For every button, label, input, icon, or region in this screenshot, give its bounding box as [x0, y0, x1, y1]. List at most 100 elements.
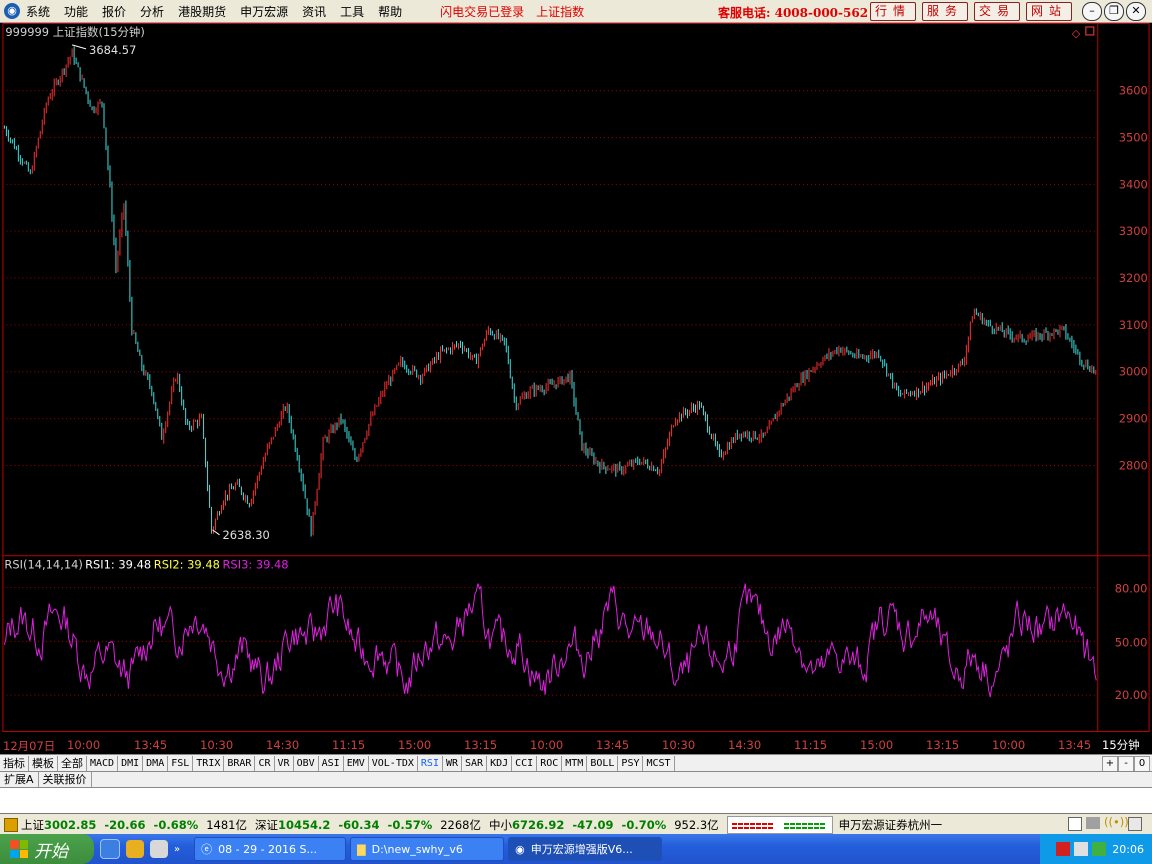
- tab-dma[interactable]: DMA: [143, 756, 169, 771]
- menu-hk-futures[interactable]: 港股期货: [178, 3, 226, 20]
- signal-icon[interactable]: ((•)): [1104, 815, 1129, 829]
- tab-wr[interactable]: WR: [443, 756, 463, 771]
- tab-template[interactable]: 模板: [29, 756, 58, 771]
- tab-roc[interactable]: ROC: [537, 756, 563, 771]
- hotline: 客服电话: 4008-000-562: [718, 6, 869, 20]
- tab-brar[interactable]: BRAR: [224, 756, 256, 771]
- quote-button[interactable]: 行情: [870, 2, 916, 21]
- menu-system[interactable]: 系统: [26, 3, 50, 20]
- chart-area[interactable]: 999999 上证指数(15分钟) ◇ 3684.57 2638.30 3600…: [0, 23, 1152, 733]
- tray-shield-icon[interactable]: [1092, 842, 1107, 856]
- time-tick: 12月07日: [3, 739, 56, 753]
- task-swhy[interactable]: ◉ 申万宏源增强版V6...: [508, 837, 663, 861]
- tab-boll[interactable]: BOLL: [587, 756, 619, 771]
- tab-vol-tdx[interactable]: VOL-TDX: [369, 756, 418, 771]
- tab-emv[interactable]: EMV: [344, 756, 369, 771]
- media-icon[interactable]: [126, 840, 144, 858]
- keyboard-icon[interactable]: [1086, 817, 1100, 829]
- period-selector[interactable]: 15分钟: [1102, 737, 1150, 752]
- menu-help[interactable]: 帮助: [378, 3, 402, 20]
- breadth-meter-icon: [726, 815, 833, 834]
- time-tick: 13:45: [1058, 738, 1092, 752]
- price-tick-label: 3300: [1119, 224, 1148, 238]
- tab-psy[interactable]: PSY: [618, 756, 644, 771]
- menu-news[interactable]: 资讯: [302, 3, 326, 20]
- index-status-bar: 上证 3002.85 -20.66 -0.68% 1481亿 深证 10454.…: [0, 813, 1152, 835]
- price-tick-label: 3000: [1119, 365, 1148, 379]
- time-axis: 12月07日 10:00 13:45 10:30 14:30 11:15 15:…: [0, 736, 1152, 754]
- time-tick: 11:15: [794, 738, 828, 752]
- bottom-tabs: 扩展A 关联报价: [0, 771, 1152, 788]
- tab-mtm[interactable]: MTM: [562, 756, 588, 771]
- tab-extended-a[interactable]: 扩展A: [0, 772, 39, 788]
- tab-obv[interactable]: OBV: [294, 756, 319, 771]
- start-button[interactable]: 开始: [0, 834, 94, 864]
- rsi3-value: RSI3: 39.48: [222, 558, 288, 572]
- pane-zero-button[interactable]: 0: [1134, 756, 1150, 772]
- desktop-icon[interactable]: [150, 840, 168, 858]
- low-price-label: 2638.30: [222, 528, 269, 542]
- tab-mcst[interactable]: MCST: [643, 756, 675, 771]
- website-button[interactable]: 网站: [1026, 2, 1072, 21]
- time-tick: 10:30: [200, 738, 234, 752]
- menu-tools[interactable]: 工具: [340, 3, 364, 20]
- tab-kdj[interactable]: KDJ: [487, 756, 513, 771]
- tab-trix[interactable]: TRIX: [193, 756, 225, 771]
- flash-trade-notice: 闪电交易已登录: [440, 4, 525, 19]
- time-tick: 13:15: [926, 738, 960, 752]
- status-lock-icon[interactable]: [4, 817, 18, 832]
- start-label: 开始: [34, 841, 68, 862]
- ie-icon[interactable]: [100, 839, 120, 859]
- clock: 20:06: [1112, 842, 1144, 856]
- tab-related-quotes[interactable]: 关联报价: [39, 772, 92, 788]
- lock-icon[interactable]: [1128, 817, 1142, 831]
- time-tick: 14:30: [266, 738, 300, 752]
- minimize-icon[interactable]: –: [1082, 2, 1102, 21]
- menu-swhy[interactable]: 申万宏源: [240, 3, 288, 20]
- price-tick-label: 3600: [1119, 84, 1148, 98]
- tab-sar[interactable]: SAR: [462, 756, 488, 771]
- sz-value: 10454.2: [278, 817, 331, 832]
- menu-quote[interactable]: 报价: [102, 3, 126, 20]
- menu-analysis[interactable]: 分析: [140, 3, 164, 20]
- rsi2-value: RSI2: 39.48: [154, 558, 220, 572]
- task-browser[interactable]: ⓔ 08 - 29 - 2016 S...: [194, 837, 347, 861]
- tab-cr[interactable]: CR: [255, 756, 275, 771]
- tab-vr[interactable]: VR: [275, 756, 294, 771]
- folder-icon: ▇: [357, 842, 366, 856]
- windows-taskbar: 开始 » ⓔ 08 - 29 - 2016 S... ▇ D:\new_swhy…: [0, 834, 1152, 864]
- menu-bar: ◉ 系统 功能 报价 分析 港股期货 申万宏源 资讯 工具 帮助 闪电交易已登录…: [0, 0, 1152, 23]
- close-icon[interactable]: ✕: [1126, 2, 1146, 21]
- status-box-icon[interactable]: [1068, 817, 1082, 831]
- rsi-label: RSI(14,14,14): [4, 558, 82, 572]
- price-tick-label: 3100: [1119, 318, 1148, 332]
- tab-asi[interactable]: ASI: [319, 756, 344, 771]
- zx-name: 中小: [489, 817, 512, 832]
- app-logo-icon[interactable]: ◉: [4, 3, 20, 19]
- tab-rsi[interactable]: RSI: [418, 756, 443, 771]
- tab-fsl[interactable]: FSL: [168, 756, 194, 771]
- time-tick: 13:45: [596, 738, 630, 752]
- tray-red-icon[interactable]: [1056, 842, 1071, 856]
- tab-dmi[interactable]: DMI: [118, 756, 144, 771]
- service-button[interactable]: 服务: [922, 2, 968, 21]
- tab-cci[interactable]: CCI: [512, 756, 538, 771]
- quicklaunch-chevron-icon[interactable]: »: [174, 844, 180, 855]
- time-tick: 10:30: [662, 738, 696, 752]
- price-y-axis: 3600 3500 3400 3300 3200 3100 3000 2900 2800: [1119, 84, 1148, 473]
- tab-all[interactable]: 全部: [58, 756, 87, 771]
- menu-function[interactable]: 功能: [64, 3, 88, 20]
- time-tick: 11:15: [332, 738, 366, 752]
- tray-network-icon[interactable]: [1074, 842, 1089, 856]
- price-tick-label: 2900: [1119, 412, 1148, 426]
- task-folder[interactable]: ▇ D:\new_swhy_v6: [350, 837, 505, 861]
- add-pane-button[interactable]: +: [1102, 756, 1118, 772]
- remove-pane-button[interactable]: -: [1118, 756, 1134, 772]
- price-tick-label: 2800: [1119, 458, 1148, 472]
- trade-button[interactable]: 交易: [974, 2, 1020, 21]
- time-tick: 10:00: [992, 738, 1026, 752]
- tab-indicator[interactable]: 指标: [0, 756, 29, 771]
- restore-icon[interactable]: ❐: [1104, 2, 1124, 21]
- sh-value: 3002.85: [44, 817, 97, 832]
- tab-macd[interactable]: MACD: [87, 756, 119, 771]
